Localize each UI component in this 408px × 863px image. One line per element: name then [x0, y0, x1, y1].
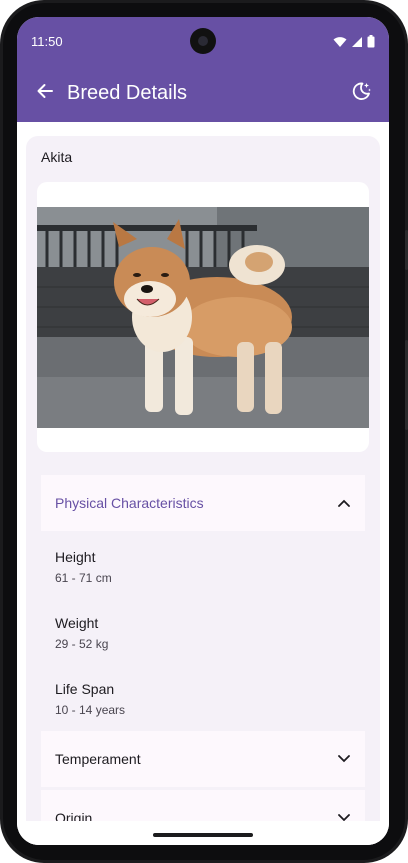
section-physical-title: Physical Characteristics [55, 495, 204, 511]
breed-name: Akita [41, 149, 73, 165]
chevron-up-icon [337, 496, 351, 510]
attribute-weight: Weight 29 - 52 kg [55, 614, 108, 652]
attribute-label: Height [55, 549, 96, 565]
phone-frame: 11:50 Breed Details Akita Physical Chara… [0, 0, 408, 863]
front-camera [190, 28, 216, 54]
attribute-value: 10 - 14 years [55, 703, 126, 717]
gesture-nav-handle[interactable] [153, 833, 253, 837]
theme-toggle-button[interactable] [349, 81, 373, 105]
status-time: 11:50 [31, 34, 63, 49]
image-card [37, 182, 369, 452]
back-button[interactable] [33, 81, 57, 105]
attribute-value: 61 - 71 cm [55, 571, 112, 585]
arrow-back-icon [36, 82, 54, 105]
attribute-label: Life Span [55, 681, 115, 697]
chevron-down-icon [337, 752, 351, 766]
section-temperament-title: Temperament [55, 751, 141, 767]
screen: 11:50 Breed Details Akita Physical Chara… [17, 17, 389, 845]
wifi-icon [333, 35, 347, 53]
attribute-value: 29 - 52 kg [55, 637, 109, 651]
dark-mode-icon [350, 80, 372, 107]
content-area[interactable]: Akita Physical Characteristics Height 61… [17, 122, 389, 845]
section-physical-header[interactable]: Physical Characteristics [41, 475, 365, 531]
attribute-label: Weight [55, 615, 99, 631]
page-title: Breed Details [67, 82, 188, 104]
attribute-height: Height 61 - 71 cm [55, 548, 112, 586]
section-temperament-header[interactable]: Temperament [41, 731, 365, 787]
akita-dog-photo [37, 207, 369, 428]
app-header: 11:50 Breed Details [17, 17, 389, 122]
attribute-life-span: Life Span 10 - 14 years [55, 680, 125, 718]
battery-icon [367, 35, 375, 53]
breed-card: Akita Physical Characteristics Height 61… [26, 136, 380, 845]
signal-icon [351, 35, 363, 53]
status-icons [333, 35, 375, 53]
